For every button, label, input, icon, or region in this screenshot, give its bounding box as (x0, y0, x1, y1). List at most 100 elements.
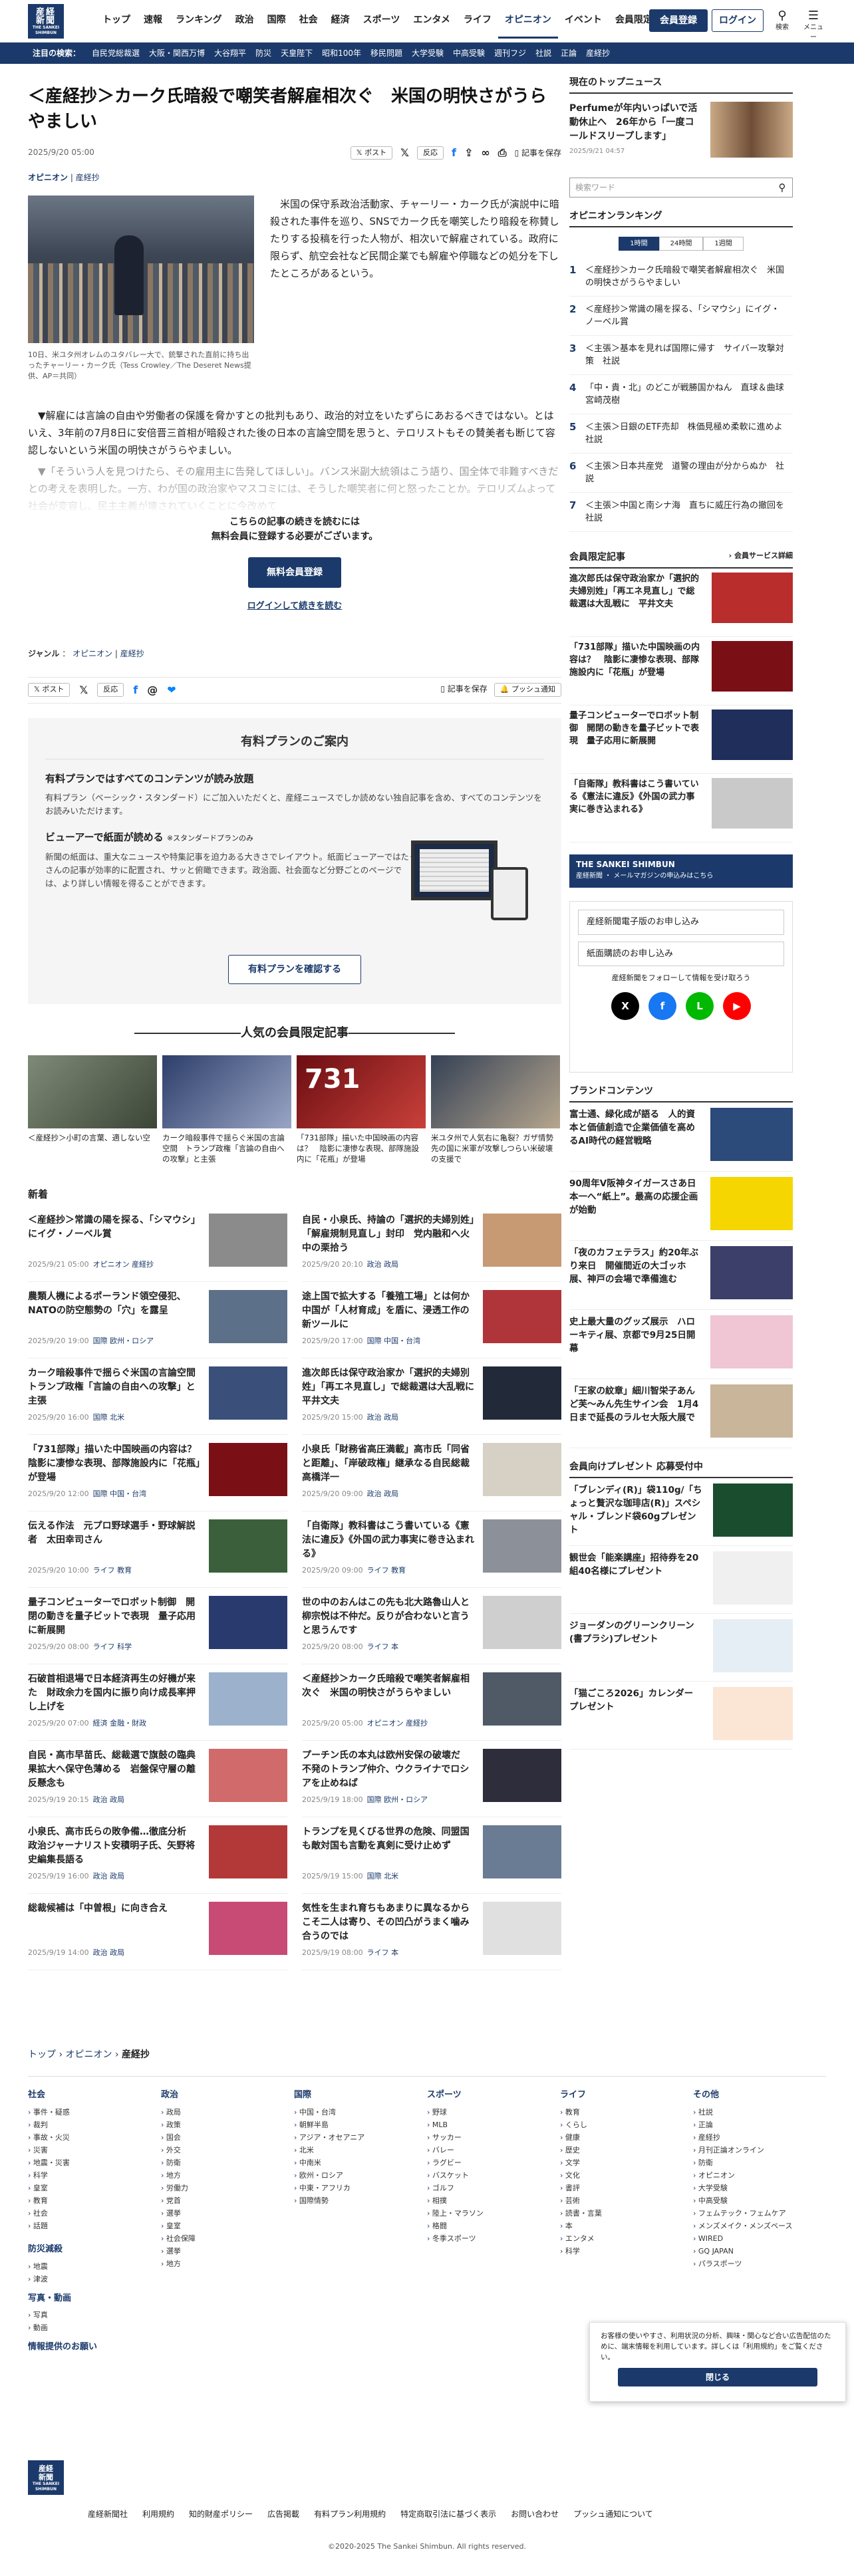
footer-link[interactable]: ゴルフ (427, 2182, 553, 2194)
x-post-button-bottom[interactable]: 𝕏 ポスト (28, 683, 71, 697)
footer-link[interactable]: 政局 (161, 2106, 287, 2119)
trending-search-item[interactable]: 社説 (531, 47, 556, 59)
top-news-item[interactable]: Perfumeが年内いっぱいで活動休止へ 26年から「一度コールドスリープします… (569, 102, 793, 158)
footer-column-title[interactable]: スポーツ (427, 2089, 553, 2102)
subcategory-link[interactable]: 産経抄 (76, 173, 100, 182)
new-article-genre[interactable]: オピニオン 産経抄 (367, 1719, 428, 1728)
ranking-tab[interactable]: 1時間 (619, 237, 659, 251)
footer-link[interactable]: GQ JAPAN (693, 2245, 819, 2257)
new-article-genre[interactable]: ライフ 本 (367, 1642, 399, 1651)
present-item[interactable]: 「ブレンディ(R)」袋110g/「ちょっと贅沢な珈琲店(R)」スペシャル・ブレン… (569, 1478, 793, 1546)
footer-link[interactable]: ラグビー (427, 2156, 553, 2169)
footer-bottom-link[interactable]: 知的財産ポリシー (189, 2508, 253, 2520)
footer-link[interactable]: メンズメイク・メンズベース (693, 2220, 819, 2232)
present-item[interactable]: ジョーダンのグリーンクリーン(書プラシ)プレゼント (569, 1614, 793, 1682)
cookie-close-button[interactable]: 閉じる (618, 2368, 817, 2386)
genre-tag-opinion[interactable]: オピニオン (72, 649, 112, 658)
footer-link[interactable]: 地震 (28, 2260, 154, 2273)
brand-content-item[interactable]: 90周年V阪神タイガースさあ日本一へ“紙上”。最高の応援企画が始動 (569, 1172, 793, 1241)
article-photo[interactable] (28, 195, 254, 343)
footer-link[interactable]: 社会 (28, 2207, 154, 2220)
footer-link[interactable]: 地方 (161, 2257, 287, 2270)
footer-link[interactable]: 教育 (28, 2194, 154, 2207)
footer-link[interactable]: 皇室 (28, 2182, 154, 2194)
footer-bottom-link[interactable]: プッシュ通知について (573, 2508, 653, 2520)
footer-link[interactable]: サッカー (427, 2131, 553, 2144)
nav-item[interactable]: 政治 (229, 13, 261, 39)
new-article-genre[interactable]: 国際 中国・台湾 (367, 1337, 421, 1345)
site-logo[interactable]: 産経 新聞 THE SANKEI SHIMBUN (28, 4, 64, 39)
footer-link[interactable]: WIRED (693, 2232, 819, 2245)
footer-link[interactable]: 事故・火災 (28, 2131, 154, 2144)
footer-link[interactable]: 大学受験 (693, 2182, 819, 2194)
new-article-item[interactable]: 進次郎氏は保守政治家か「選択的夫婦別姓」「再エネ見直し」で総裁選は大乱戦に 平井… (302, 1366, 561, 1435)
ranking-item[interactable]: 1 ＜産経抄＞カーク氏暗殺で嘲笑者解雇相次ぐ 米国の明快さがうらやましい (569, 257, 793, 297)
footer-column-title[interactable]: 防災減殺 (28, 2243, 154, 2256)
newsletter-banner[interactable]: THE SANKEI SHIMBUN 産経新聞 ・ メールマガジンの申込みはこちら (569, 854, 793, 888)
trending-search-item[interactable]: 昭和100年 (317, 47, 366, 59)
link-icon[interactable]: ∞ (481, 145, 490, 161)
bluesky-icon[interactable]: ❤ (167, 682, 176, 698)
footer-link[interactable]: 写真 (28, 2309, 154, 2321)
footer-link[interactable]: 産経抄 (693, 2131, 819, 2144)
footer-link[interactable]: 文学 (560, 2156, 686, 2169)
footer-link[interactable]: 皇室 (161, 2220, 287, 2232)
new-article-genre[interactable]: 政治 政局 (93, 1795, 125, 1804)
search-icon[interactable]: ⚲ (772, 178, 792, 197)
footer-link[interactable]: 本 (560, 2220, 686, 2232)
member-article-item[interactable]: 進次郎氏は保守政治家か「選択的夫婦別姓」「再エネ見直し」で総裁選は大乱戦に 平井… (569, 569, 793, 637)
popular-item[interactable]: ＜産経抄＞小町の言葉、適しない空 (28, 1055, 157, 1164)
facebook-icon[interactable]: f (452, 145, 456, 161)
footer-link[interactable]: 正論 (693, 2119, 819, 2131)
new-article-genre[interactable]: 国際 北米 (93, 1413, 125, 1422)
footer-link[interactable]: 冬季スポーツ (427, 2232, 553, 2245)
footer-link[interactable]: 地震・災害 (28, 2156, 154, 2169)
new-article-item[interactable]: トランプを見くびる世界の危険、同盟国も敵対国も言動を真剣に受け止めず 2025/9… (302, 1825, 561, 1894)
footer-link[interactable]: 読書・言葉 (560, 2207, 686, 2220)
footer-link[interactable]: バスケット (427, 2169, 553, 2182)
footer-link[interactable]: 事件・疑惑 (28, 2106, 154, 2119)
footer-link[interactable]: 書評 (560, 2182, 686, 2194)
new-article-genre[interactable]: ライフ 科学 (93, 1642, 132, 1651)
x-icon[interactable]: X (611, 991, 639, 1020)
new-article-item[interactable]: 量子コンピューターでロボット制御 開閉の動きを量子ビットで表現 量子応用に新展開… (28, 1596, 287, 1664)
header-menu-button[interactable]: ☰ メニュー (803, 9, 823, 43)
new-article-genre[interactable]: 国際 中国・台湾 (93, 1489, 147, 1498)
nav-item[interactable]: オピニオン (498, 13, 558, 39)
footer-link[interactable]: 災害 (28, 2144, 154, 2156)
new-article-item[interactable]: 自民・高市早苗氏、総裁選で旗鼓の臨典果拡大へ保守色薄める 岩盤保守層の離反懸念も… (28, 1749, 287, 1817)
new-article-genre[interactable]: 国際 北米 (367, 1872, 399, 1880)
digital-subscription-link[interactable]: 産経新聞電子版のお申し込み (578, 910, 784, 935)
popular-item[interactable]: 米ユタ州で人気右に亀裂？ガザ情勢先の国に米軍が攻撃しつらい米破壊の支援で (431, 1055, 560, 1164)
footer-column-title[interactable]: 国際 (294, 2089, 420, 2102)
member-service-link[interactable]: › 会員サービス詳細 (729, 551, 793, 565)
new-article-item[interactable]: プーチン氏の本丸は欧州安保の破壊だ 不発のトランプ仲介、ウクライナでロシアを止め… (302, 1749, 561, 1817)
footer-bottom-link[interactable]: 利用規約 (142, 2508, 174, 2520)
ranking-tab[interactable]: 1週間 (703, 237, 744, 251)
x-post-button[interactable]: 𝕏 ポスト (350, 146, 393, 160)
footer-link[interactable]: 社説 (693, 2106, 819, 2119)
new-article-item[interactable]: 「731部隊」描いた中国映画の内容は？ 陰影に凄惨な表現、部隊施設内に「花瓶」が… (28, 1443, 287, 1511)
footer-link[interactable]: 朝鮮半島 (294, 2119, 420, 2131)
present-item[interactable]: 観世会「能楽講座」招待券を20組40名様にプレゼント (569, 1546, 793, 1614)
nav-item[interactable]: イベント (558, 13, 609, 39)
brand-content-item[interactable]: 史上最大量のグッズ展示 ハローキティ展、京都で9月25日開幕 (569, 1310, 793, 1379)
footer-link[interactable]: 国会 (161, 2131, 287, 2144)
nav-item[interactable]: 経済 (325, 13, 356, 39)
new-article-item[interactable]: 途上国で拡大する「養殖工場」とは何か 中国が「人材育成」を盾に、浸透工作の新ツー… (302, 1290, 561, 1358)
footer-column-title[interactable]: 情報提供のお願い (28, 2341, 154, 2354)
threads-icon[interactable]: @ (147, 682, 158, 698)
member-article-item[interactable]: 「自衛隊」教科書はこう書いている《憲法に違反》《外国の武力事実に巻き込まれる》 (569, 774, 793, 842)
share-icon[interactable]: ⇪ (464, 145, 473, 161)
nav-item[interactable]: ライフ (457, 13, 498, 39)
new-article-genre[interactable]: ライフ 教育 (93, 1566, 132, 1575)
header-search-button[interactable]: ⚲ 検索 (774, 9, 790, 33)
footer-bottom-link[interactable]: 有料プラン利用規約 (314, 2508, 386, 2520)
react-button-bottom[interactable]: 反応 (97, 683, 124, 697)
footer-link[interactable]: 防衛 (161, 2156, 287, 2169)
ranking-item[interactable]: 2 ＜産経抄＞常識の陽を探る、「シマウシ」にイグ・ノーベル賞 (569, 297, 793, 336)
ranking-item[interactable]: 6 ＜主張＞日本共産党 道警の理由が分からぬか 社説 (569, 453, 793, 493)
new-article-item[interactable]: カーク暗殺事件で揺らぐ米国の言論空間 トランプ政権「言論の自由への攻撃」と主張 2… (28, 1366, 287, 1435)
footer-link[interactable]: アジア・オセアニア (294, 2131, 420, 2144)
footer-link[interactable]: 津波 (28, 2273, 154, 2285)
